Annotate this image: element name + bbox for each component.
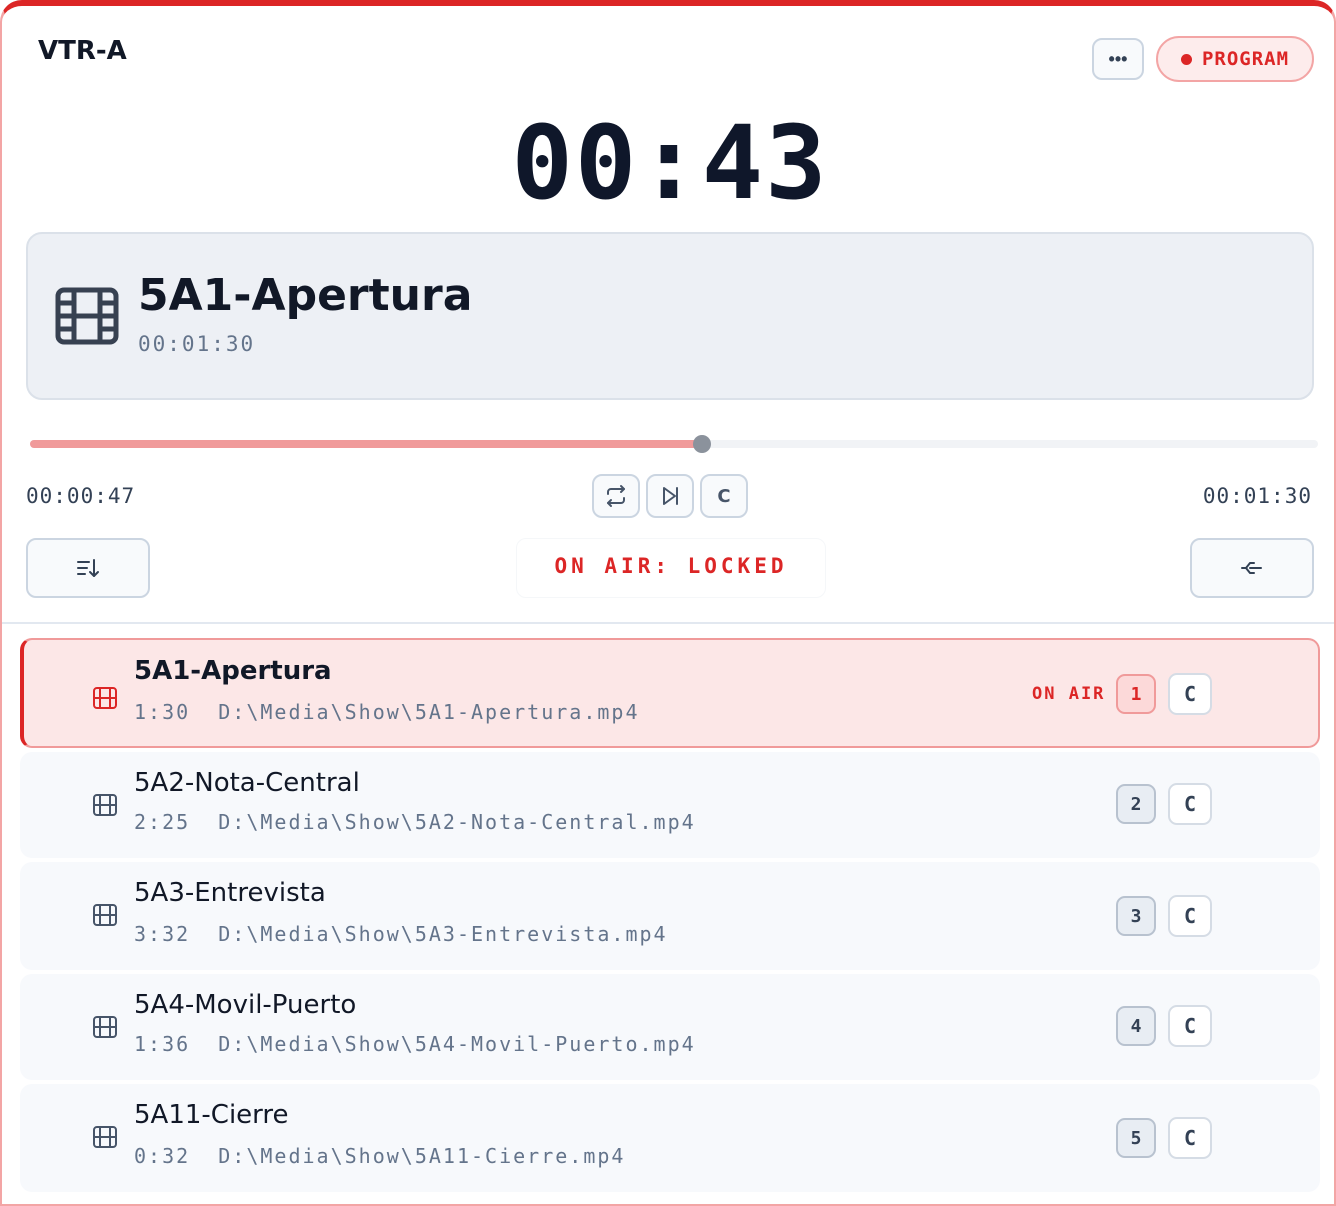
on-air-badge: ON AIR xyxy=(1032,684,1106,704)
film-icon xyxy=(92,1124,118,1150)
clip-row[interactable]: 5A4-Movil-Puerto 1:36 D:\Media\Show\5A4-M… xyxy=(20,974,1320,1080)
play-next-button[interactable] xyxy=(646,474,694,518)
clip-number-badge[interactable]: 2 xyxy=(1116,784,1156,824)
film-icon xyxy=(55,287,119,345)
clip-path: D:\Media\Show\5A2-Nota-Central.mp4 xyxy=(218,810,696,834)
clip-path: D:\Media\Show\5A11-Cierre.mp4 xyxy=(218,1144,626,1168)
now-playing-card: 5A1-Apertura 00:01:30 xyxy=(26,232,1314,400)
clip-row[interactable]: 5A11-Cierre 0:32 D:\Media\Show\5A11-Cierr… xyxy=(20,1084,1320,1192)
sort-button[interactable] xyxy=(26,538,150,598)
clip-meta: 2:25 D:\Media\Show\5A2-Nota-Central.mp4 xyxy=(134,810,696,834)
loop-button[interactable] xyxy=(592,474,640,518)
sort-descending-icon xyxy=(77,559,99,577)
clip-title: 5A3-Entrevista xyxy=(134,878,326,908)
repeat-icon xyxy=(607,485,625,507)
merge-icon xyxy=(1241,562,1262,574)
clip-number-badge[interactable]: 5 xyxy=(1116,1118,1156,1158)
clip-title: 5A2-Nota-Central xyxy=(134,768,360,798)
clip-cue-button[interactable]: C xyxy=(1168,895,1212,937)
clip-meta: 3:32 D:\Media\Show\5A3-Entrevista.mp4 xyxy=(134,922,668,946)
total-time: 00:01:30 xyxy=(1202,484,1312,508)
more-options-button[interactable]: ••• xyxy=(1092,38,1144,80)
vtr-panel: VTR-A ••• PROGRAM 00:43 5A1-Apertura 00:… xyxy=(0,0,1336,1206)
clip-number-badge[interactable]: 1 xyxy=(1116,674,1156,714)
skip-next-icon xyxy=(663,487,678,505)
program-status-button[interactable]: PROGRAM xyxy=(1156,36,1314,82)
on-air-locked-status: ON AIR: LOCKED xyxy=(554,554,788,578)
clip-duration: 1:36 xyxy=(134,1032,191,1056)
clip-title: 5A4-Movil-Puerto xyxy=(134,990,357,1020)
program-label: PROGRAM xyxy=(1201,48,1290,70)
clip-number-badge[interactable]: 4 xyxy=(1116,1006,1156,1046)
clip-row[interactable]: 5A1-Apertura 1:30 D:\Media\Show\5A1-Apert… xyxy=(20,638,1320,748)
clip-meta: 0:32 D:\Media\Show\5A11-Cierre.mp4 xyxy=(134,1144,625,1168)
film-icon xyxy=(92,792,118,818)
ellipsis-icon: ••• xyxy=(1108,48,1128,69)
film-icon xyxy=(92,1014,118,1040)
elapsed-time: 00:00:47 xyxy=(26,484,136,508)
clip-number-badge[interactable]: 3 xyxy=(1116,896,1156,936)
clip-cue-button[interactable]: C xyxy=(1168,1005,1212,1047)
clip-row[interactable]: 5A3-Entrevista 3:32 D:\Media\Show\5A3-Ent… xyxy=(20,862,1320,970)
countdown-clock: 00:43 xyxy=(511,104,829,223)
now-playing-title: 5A1-Apertura xyxy=(138,270,473,321)
cue-label: C xyxy=(717,485,731,507)
clip-path: D:\Media\Show\5A3-Entrevista.mp4 xyxy=(218,922,668,946)
progress-handle[interactable] xyxy=(693,435,712,453)
channel-title: VTR-A xyxy=(38,36,127,66)
film-icon xyxy=(92,685,118,711)
progress-slider[interactable] xyxy=(30,435,1318,453)
clip-path: D:\Media\Show\5A4-Movil-Puerto.mp4 xyxy=(218,1032,696,1056)
clip-duration: 2:25 xyxy=(134,810,191,834)
progress-fill xyxy=(30,440,703,448)
clip-path: D:\Media\Show\5A1-Apertura.mp4 xyxy=(218,700,640,724)
clip-meta: 1:30 D:\Media\Show\5A1-Apertura.mp4 xyxy=(134,700,640,724)
cue-button[interactable]: C xyxy=(700,474,748,518)
clip-duration: 0:32 xyxy=(134,1144,191,1168)
clip-cue-button[interactable]: C xyxy=(1168,783,1212,825)
now-playing-duration: 00:01:30 xyxy=(138,332,256,356)
clip-cue-button[interactable]: C xyxy=(1168,673,1212,715)
clip-cue-button[interactable]: C xyxy=(1168,1117,1212,1159)
clip-row[interactable]: 5A2-Nota-Central 2:25 D:\Media\Show\5A2-N… xyxy=(20,752,1320,858)
clip-meta: 1:36 D:\Media\Show\5A4-Movil-Puerto.mp4 xyxy=(134,1032,696,1056)
clip-title: 5A11-Cierre xyxy=(134,1100,289,1130)
clip-duration: 1:30 xyxy=(134,700,191,724)
film-icon xyxy=(92,902,118,928)
clip-title: 5A1-Apertura xyxy=(134,656,332,686)
route-button[interactable] xyxy=(1190,538,1314,598)
clip-duration: 3:32 xyxy=(134,922,191,946)
divider xyxy=(2,622,1334,624)
live-dot-icon xyxy=(1180,53,1192,65)
